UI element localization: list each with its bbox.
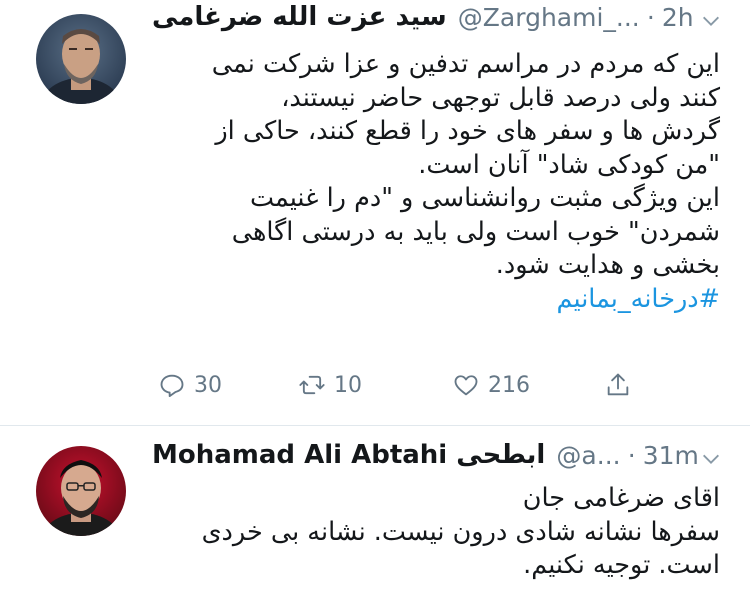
timestamp[interactable]: 2h [662,3,694,32]
handle[interactable]: @a... [556,441,620,470]
handle[interactable]: @Zarghami_... [458,3,640,32]
tweet-text: اقای ضرغامی جان سفرها نشانه شادی درون نی… [150,482,720,583]
display-name[interactable]: Mohamad Ali Abtahi ابطحی [152,440,545,470]
text-line: این ویژگی مثبت روانشناسی و "دم را غنیمت [249,183,720,213]
like-button[interactable]: 216 [452,368,530,402]
like-count: 216 [488,372,530,398]
hashtag-link[interactable]: #درخانه_بمانیم [150,283,720,317]
retweet-button[interactable]: 10 [298,368,362,402]
share-icon [607,373,629,396]
separator-dot: · [627,440,636,470]
share-button[interactable] [604,368,632,402]
text-line: این که مردم در مراسم تدفین و عزا شرکت نم… [211,49,720,79]
text-line: گردش ها و سفر های خود را قطع کنند، حاکی … [215,116,720,146]
text-line: بخشی و هدایت شود. [495,250,720,280]
tweet[interactable]: Mohamad Ali Abtahi ابطحی @a... · 31m اقا… [0,426,750,596]
text-line: "من کودکی شاد" آنان است. [418,149,720,180]
tweet-text: این که مردم در مراسم تدفین و عزا شرکت نم… [150,48,720,316]
chevron-down-icon[interactable] [700,448,722,470]
reply-button[interactable]: 30 [158,368,222,402]
text-line: اقای ضرغامی جان [522,483,720,513]
reply-count: 30 [194,372,222,398]
retweet-icon [299,375,325,395]
chevron-down-icon[interactable] [700,10,722,32]
text-line: سفرها نشانه شادی درون نیست. نشانه بی خرد… [201,516,720,547]
tweet[interactable]: سید عزت الله ضرغامی @Zarghami_... · 2h ا… [0,0,750,425]
avatar[interactable] [36,446,126,536]
reply-icon [160,374,184,398]
text-line: شمردن" خوب است ولی باید به درستی اگاهی [231,216,720,247]
text-line: است. توجیه نکنیم. [523,550,720,580]
like-icon [454,375,478,396]
display-name[interactable]: سید عزت الله ضرغامی [152,2,447,32]
text-line: کنند ولی درصد قابل توجهی حاضر نیستند، [281,82,720,113]
timestamp[interactable]: 31m [643,441,699,470]
separator-dot: · [646,2,655,32]
retweet-count: 10 [334,372,362,398]
action-bar: 30 10 216 [150,368,650,402]
avatar[interactable] [36,14,126,104]
